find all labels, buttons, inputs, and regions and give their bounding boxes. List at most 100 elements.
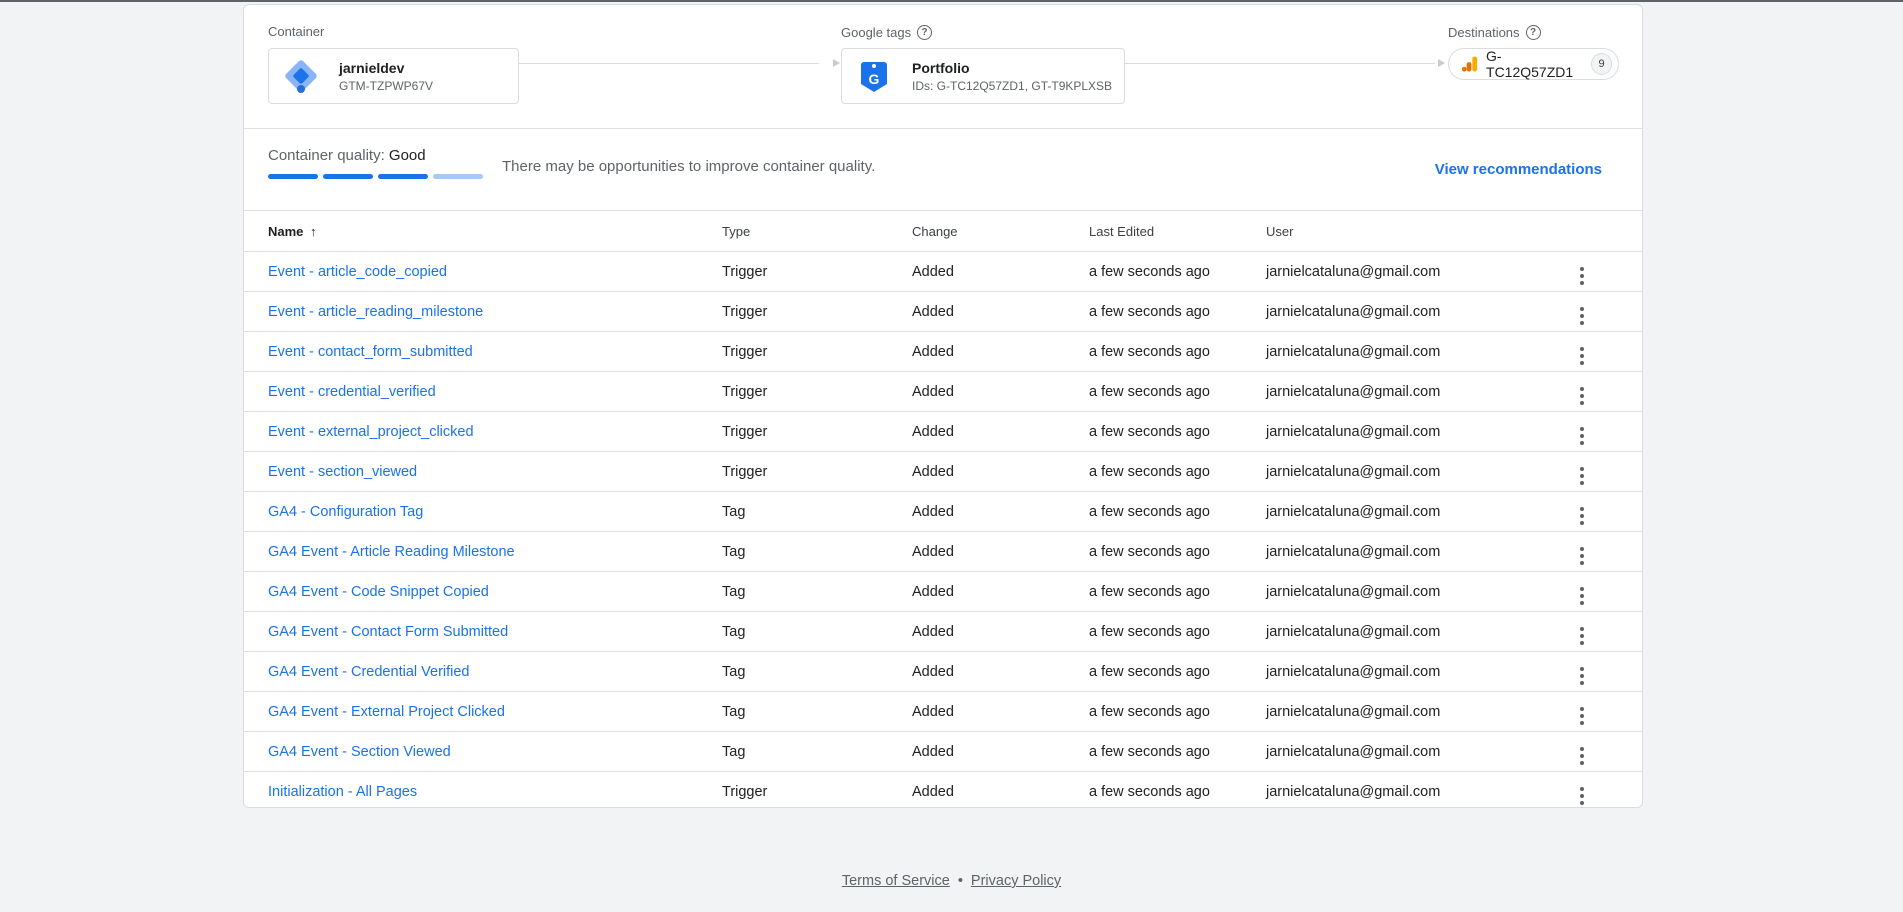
row-actions <box>1580 531 1642 572</box>
cell-name[interactable]: GA4 Event - Section Viewed <box>244 731 722 772</box>
cell-name[interactable]: GA4 Event - External Project Clicked <box>244 691 722 732</box>
cell-name[interactable]: Event - article_code_copied <box>244 251 722 292</box>
table-row[interactable]: Event - credential_verified Trigger Added a… <box>244 371 1642 412</box>
table-header-row: Name ↑ Type Change Last Edited User <box>244 211 1642 252</box>
google-tag-node[interactable]: G Portfolio IDs: G-TC12Q57ZD1, GT-T9KPLX… <box>841 48 1125 104</box>
more-vert-icon[interactable] <box>1580 306 1584 325</box>
cell-user: jarnielcataluna@gmail.com <box>1266 371 1580 412</box>
table-row[interactable]: GA4 Event - Section Viewed Tag Added a few … <box>244 731 1642 772</box>
container-node[interactable]: jarnieldev GTM-TZPWP67V <box>268 48 519 104</box>
cell-change: Added <box>912 611 1089 652</box>
cell-type: Tag <box>722 731 912 772</box>
column-header-type[interactable]: Type <box>722 211 912 252</box>
cell-name[interactable]: GA4 Event - Credential Verified <box>244 651 722 692</box>
container-name: jarnieldev <box>339 59 405 76</box>
cell-name[interactable]: Initialization - All Pages <box>244 772 722 812</box>
cell-change: Added <box>912 411 1089 452</box>
help-icon[interactable]: ? <box>917 25 933 40</box>
more-vert-icon[interactable] <box>1580 386 1584 405</box>
more-vert-icon[interactable] <box>1580 546 1584 565</box>
table-row[interactable]: Event - article_code_copied Trigger Added a… <box>244 251 1642 292</box>
cell-type: Tag <box>722 571 912 612</box>
more-vert-icon[interactable] <box>1580 626 1584 645</box>
cell-type: Tag <box>722 691 912 732</box>
cell-name[interactable]: Event - article_reading_milestone <box>244 291 722 332</box>
row-actions <box>1580 291 1642 332</box>
cell-type: Trigger <box>722 451 912 492</box>
cell-type: Trigger <box>722 331 912 372</box>
quality-value: Good <box>388 147 426 164</box>
more-vert-icon[interactable] <box>1580 706 1584 725</box>
summary-card: Container jarnieldev GTM-TZPWP67V Google… <box>243 4 1643 808</box>
cell-user: jarnielcataluna@gmail.com <box>1266 331 1580 372</box>
cell-type: Tag <box>722 491 912 532</box>
table-row[interactable]: GA4 Event - Article Reading Milestone Tag… <box>244 531 1642 572</box>
help-icon[interactable]: ? <box>1525 25 1541 40</box>
more-vert-icon[interactable] <box>1580 786 1584 805</box>
cell-user: jarnielcataluna@gmail.com <box>1266 783 1441 800</box>
privacy-policy-link[interactable]: Privacy Policy <box>971 873 1061 889</box>
quality-label: Container quality: Good <box>268 147 426 164</box>
quality-message: There may be opportunities to improve co… <box>502 158 876 175</box>
more-vert-icon[interactable] <box>1580 266 1584 285</box>
more-vert-icon[interactable] <box>1580 426 1584 445</box>
table-row[interactable]: GA4 Event - Code Snippet Copied Tag Added a… <box>244 571 1642 612</box>
row-actions <box>1580 772 1642 812</box>
cell-name[interactable]: Event - external_project_clicked <box>244 411 722 452</box>
more-vert-icon[interactable] <box>1580 346 1584 365</box>
row-actions <box>1580 331 1642 372</box>
table-row[interactable]: GA4 Event - Contact Form Submitted Tag Add… <box>244 611 1642 652</box>
view-recommendations-link[interactable]: View recommendations <box>1435 161 1602 178</box>
cell-edited: a few seconds ago <box>1089 411 1266 452</box>
table-row[interactable]: GA4 Event - Credential Verified Tag Added a… <box>244 651 1642 692</box>
cell-user: jarnielcataluna@gmail.com <box>1266 491 1580 532</box>
more-vert-icon[interactable] <box>1580 586 1584 605</box>
cell-name[interactable]: Event - section_viewed <box>244 451 722 492</box>
connector-arrow-icon <box>1438 59 1445 67</box>
more-vert-icon[interactable] <box>1580 746 1584 765</box>
cell-user: jarnielcataluna@gmail.com <box>1266 731 1580 772</box>
column-header-last-edited[interactable]: Last Edited <box>1089 211 1266 252</box>
cell-user: jarnielcataluna@gmail.com <box>1266 611 1580 652</box>
cell-edited: a few seconds ago <box>1089 531 1266 572</box>
cell-name[interactable]: Event - credential_verified <box>244 371 722 412</box>
cell-user: jarnielcataluna@gmail.com <box>1266 571 1580 612</box>
cell-edited: a few seconds ago <box>1089 331 1266 372</box>
cell-edited: a few seconds ago <box>1089 691 1266 732</box>
cell-change: Added <box>912 783 954 800</box>
cell-name[interactable]: GA4 Event - Code Snippet Copied <box>244 571 722 612</box>
sort-ascending-icon: ↑ <box>310 223 317 239</box>
table-row[interactable]: GA4 Event - External Project Clicked Tag A… <box>244 691 1642 732</box>
column-header-change[interactable]: Change <box>912 211 1089 252</box>
tag-manager-icon <box>285 60 317 93</box>
table-row[interactable]: Event - article_reading_milestone Trigger… <box>244 291 1642 332</box>
row-actions <box>1580 731 1642 772</box>
cell-name[interactable]: GA4 Event - Contact Form Submitted <box>244 611 722 652</box>
more-vert-icon[interactable] <box>1580 666 1584 685</box>
cell-type: Tag <box>722 611 912 652</box>
table-row[interactable]: GA4 - Configuration Tag Tag Added a few sec… <box>244 491 1642 532</box>
more-vert-icon[interactable] <box>1580 466 1584 485</box>
cell-change: Added <box>912 371 1089 412</box>
column-header-name[interactable]: Name ↑ <box>244 211 722 252</box>
cell-type: Tag <box>722 531 912 572</box>
column-header-actions <box>1580 211 1642 252</box>
column-header-user[interactable]: User <box>1266 211 1580 252</box>
more-vert-icon[interactable] <box>1580 506 1584 525</box>
table-row[interactable]: Initialization - All Pages Trigger Added a … <box>244 772 1642 812</box>
row-actions <box>1580 691 1642 732</box>
table-row[interactable]: Event - contact_form_submitted Trigger Add… <box>244 331 1642 372</box>
cell-name[interactable]: GA4 Event - Article Reading Milestone <box>244 531 722 572</box>
table-body: Event - article_code_copied Trigger Added a… <box>244 251 1642 812</box>
cell-user: jarnielcataluna@gmail.com <box>1266 411 1580 452</box>
cell-change: Added <box>912 331 1089 372</box>
table-row[interactable]: Event - external_project_clicked Trigger A… <box>244 411 1642 452</box>
terms-of-service-link[interactable]: Terms of Service <box>842 873 950 889</box>
quality-meter-segment <box>378 174 428 179</box>
cell-name[interactable]: GA4 - Configuration Tag <box>244 491 722 532</box>
cell-change: Added <box>912 731 1089 772</box>
cell-name[interactable]: Event - contact_form_submitted <box>244 331 722 372</box>
destination-chip[interactable]: G-TC12Q57ZD1 9 <box>1448 48 1619 80</box>
table-row[interactable]: Event - section_viewed Trigger Added a few … <box>244 451 1642 492</box>
cell-change: Added <box>912 251 1089 292</box>
